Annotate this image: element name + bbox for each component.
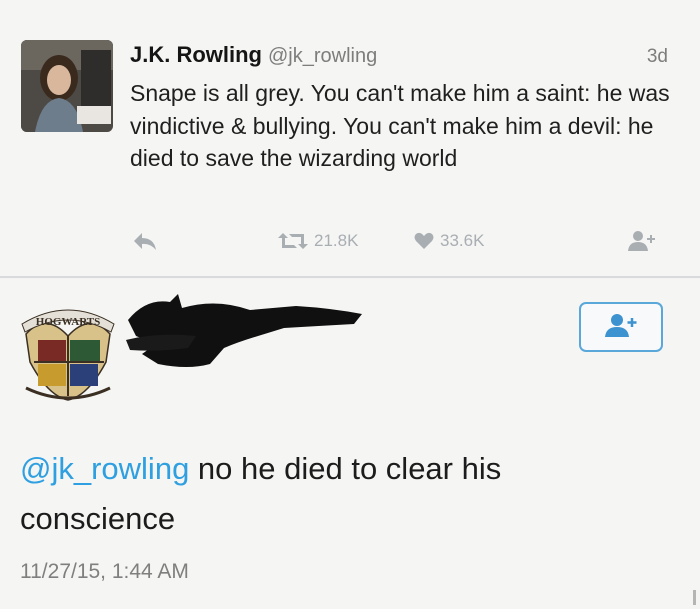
- author-avatar[interactable]: [21, 40, 113, 132]
- tweet-actions: 21.8K 33.6K: [0, 228, 700, 258]
- like-button[interactable]: 33.6K: [414, 231, 484, 251]
- heart-icon: [414, 232, 434, 250]
- add-user-icon: [604, 312, 638, 343]
- tweet-text: Snape is all grey. You can't make him a …: [130, 80, 670, 171]
- reply-text: @jk_rowling no he died to clear his cons…: [20, 444, 660, 544]
- follow-author-button[interactable]: [627, 229, 657, 253]
- add-user-icon: [627, 229, 657, 253]
- retweet-button[interactable]: 21.8K: [278, 231, 358, 251]
- reply-button[interactable]: [132, 230, 158, 252]
- retweet-icon: [278, 231, 308, 251]
- tweet-divider: [0, 276, 700, 278]
- redacted-username: [118, 288, 368, 374]
- author-handle[interactable]: @jk_rowling: [268, 45, 377, 67]
- like-count: 33.6K: [440, 231, 485, 250]
- author-name[interactable]: J.K. Rowling: [130, 42, 262, 67]
- hogwarts-crest-avatar[interactable]: HOGWARTS: [12, 296, 124, 404]
- tweet-time[interactable]: 3d: [647, 46, 668, 68]
- reply-timestamp: 11/27/15, 1:44 AM: [20, 560, 189, 583]
- reply-mention-link[interactable]: @jk_rowling: [20, 451, 189, 486]
- reply-arrow-icon: [132, 230, 158, 252]
- scrollbar[interactable]: [693, 590, 696, 605]
- crest-banner-text: HOGWARTS: [36, 316, 100, 328]
- author-line: J.K. Rowling @jk_rowling: [130, 42, 377, 68]
- follow-button[interactable]: [579, 302, 663, 352]
- retweet-count: 21.8K: [314, 231, 359, 250]
